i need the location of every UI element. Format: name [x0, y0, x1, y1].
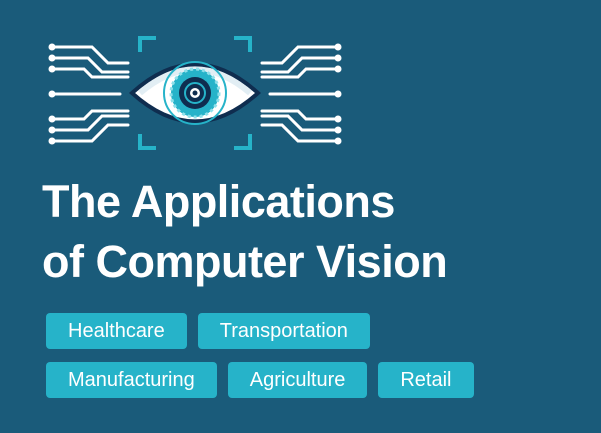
title-line-1: The Applications	[42, 176, 395, 227]
tag-row-1: Healthcare Transportation	[46, 313, 566, 349]
banner: The Applications of Computer Vision Heal…	[0, 0, 601, 433]
tag-manufacturing: Manufacturing	[46, 362, 217, 398]
tag-transportation: Transportation	[197, 313, 370, 349]
left-circuit-nodes	[48, 43, 56, 145]
right-circuit-nodes	[334, 43, 342, 145]
page-title: The Applications of Computer Vision	[42, 172, 448, 292]
tag-retail: Retail	[378, 362, 474, 398]
tag-healthcare: Healthcare	[46, 313, 187, 349]
tag-list: Healthcare Transportation Manufacturing …	[46, 313, 566, 411]
eye-circuit-icon	[48, 36, 342, 150]
iris	[163, 61, 227, 125]
left-circuit-lines	[52, 45, 130, 143]
tag-agriculture: Agriculture	[227, 362, 368, 398]
tag-row-2: Manufacturing Agriculture Retail	[46, 362, 566, 398]
title-line-2: of Computer Vision	[42, 236, 448, 287]
right-circuit-lines	[260, 45, 338, 143]
